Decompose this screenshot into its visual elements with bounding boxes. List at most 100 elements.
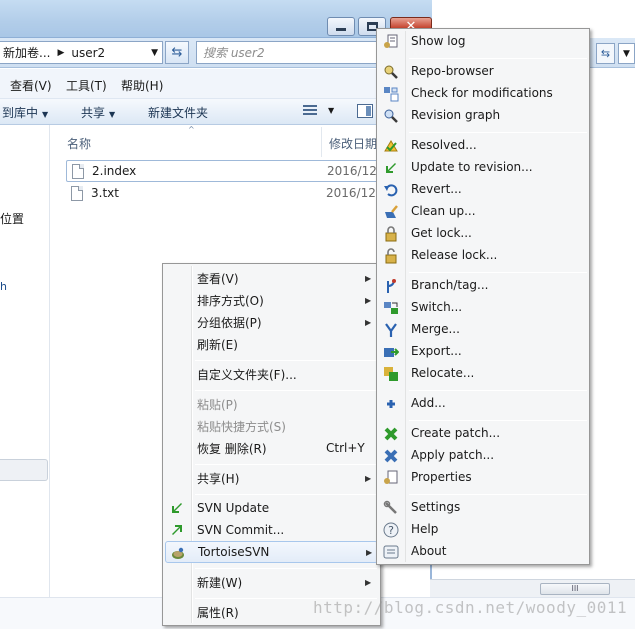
- menu-tools[interactable]: 工具(T): [66, 77, 107, 94]
- column-name[interactable]: 名称: [67, 135, 91, 152]
- menu-separator: [409, 420, 587, 421]
- menu-item-resolved[interactable]: Resolved...: [379, 135, 587, 157]
- menu-item-group[interactable]: 分组依据(P) ▶: [165, 311, 378, 333]
- menu-item-svn-update[interactable]: SVN Update: [165, 497, 378, 519]
- menu-item-label: Add...: [411, 396, 446, 410]
- scrollbar-thumb[interactable]: III: [540, 583, 610, 595]
- help-icon: ?: [383, 522, 399, 538]
- menu-item-settings[interactable]: Settings: [379, 497, 587, 519]
- properties-icon: [384, 470, 398, 484]
- preview-pane-icon[interactable]: [357, 104, 373, 118]
- menu-item-label: Relocate...: [411, 366, 475, 380]
- file-icon: [71, 185, 83, 201]
- view-options-icon[interactable]: [303, 105, 317, 117]
- menu-help[interactable]: 帮助(H): [121, 77, 163, 94]
- include-in-library-button[interactable]: 到库中 ▼: [2, 104, 48, 121]
- column-divider[interactable]: [321, 127, 322, 157]
- refresh-icon[interactable]: ⇆: [596, 43, 615, 64]
- address-bar[interactable]: 新加卷... ▶ user2 ▼: [0, 41, 163, 64]
- menu-item-label: Export...: [411, 344, 462, 358]
- refresh-button[interactable]: ⇆: [165, 41, 189, 64]
- menu-item-export[interactable]: Export...: [379, 341, 587, 363]
- tortoisesvn-submenu: Show log Repo-browser Check for modifica…: [376, 28, 590, 565]
- menu-item-create-patch[interactable]: Create patch...: [379, 423, 587, 445]
- menu-item-view[interactable]: 查看(V) ▶: [165, 267, 378, 289]
- menu-item-show-log[interactable]: Show log: [379, 31, 587, 53]
- breadcrumb-separator-icon[interactable]: ▶: [57, 48, 64, 58]
- nav-item-h[interactable]: h: [0, 280, 7, 293]
- menu-item-apply-patch[interactable]: Apply patch...: [379, 445, 587, 467]
- menu-item-label: Check for modifications: [411, 86, 553, 100]
- new-folder-button[interactable]: 新建文件夹: [148, 104, 208, 121]
- add-icon: [387, 400, 395, 408]
- chevron-down-icon[interactable]: ▼: [618, 43, 635, 64]
- menu-separator: [195, 568, 377, 569]
- breadcrumb-folder[interactable]: user2: [71, 46, 105, 60]
- submenu-arrow-icon: ▶: [365, 295, 372, 305]
- menu-item-switch[interactable]: Switch...: [379, 297, 587, 319]
- submenu-arrow-icon: ▶: [366, 547, 373, 557]
- file-row[interactable]: 2.index 2016/12: [66, 160, 386, 182]
- menu-item-get-lock[interactable]: Get lock...: [379, 223, 587, 245]
- submenu-arrow-icon: ▶: [365, 273, 372, 283]
- menu-item-merge[interactable]: Merge...: [379, 319, 587, 341]
- menu-item-share[interactable]: 共享(H) ▶: [165, 467, 378, 489]
- menu-item-about[interactable]: About: [379, 541, 587, 563]
- menu-item-properties[interactable]: Properties: [379, 467, 587, 489]
- menu-item-release-lock[interactable]: Release lock...: [379, 245, 587, 267]
- chevron-down-icon[interactable]: ▼: [328, 106, 334, 115]
- menu-item-clean-up[interactable]: Clean up...: [379, 201, 587, 223]
- menu-item-relocate[interactable]: Relocate...: [379, 363, 587, 385]
- menu-separator: [409, 272, 587, 273]
- menu-item-update-to-revision[interactable]: Update to revision...: [379, 157, 587, 179]
- menu-item-add[interactable]: Add...: [379, 393, 587, 415]
- address-dropdown-icon[interactable]: ▼: [151, 48, 158, 58]
- navigation-pane: 位置 h: [0, 125, 50, 629]
- nav-scrollbar[interactable]: [0, 459, 48, 481]
- title-bar: ✕: [0, 0, 432, 38]
- column-date[interactable]: 修改日期: [329, 135, 377, 152]
- minimize-button[interactable]: [327, 17, 355, 36]
- menu-item-tortoisesvn[interactable]: TortoiseSVN ▶: [165, 541, 378, 563]
- menu-separator: [195, 494, 377, 495]
- menu-item-repo-browser[interactable]: Repo-browser: [379, 61, 587, 83]
- menu-item-help[interactable]: ? Help: [379, 519, 587, 541]
- menu-item-undo-delete[interactable]: 恢复 删除(R) Ctrl+Y: [165, 437, 378, 459]
- tortoisesvn-icon: [172, 547, 184, 559]
- menu-item-revision-graph[interactable]: Revision graph: [379, 105, 587, 127]
- nav-item-location[interactable]: 位置: [0, 210, 24, 227]
- menu-item-label: Update to revision...: [411, 160, 533, 174]
- repo-browser-icon: [384, 65, 398, 79]
- menu-item-revert[interactable]: Revert...: [379, 179, 587, 201]
- menu-item-customize[interactable]: 自定义文件夹(F)...: [165, 363, 378, 385]
- breadcrumb-drive[interactable]: 新加卷...: [3, 44, 50, 61]
- menu-item-label: Branch/tag...: [411, 278, 489, 292]
- menu-item-svn-commit[interactable]: SVN Commit...: [165, 519, 378, 541]
- menu-item-sort[interactable]: 排序方式(O) ▶: [165, 289, 378, 311]
- menu-item-new[interactable]: 新建(W) ▶: [165, 571, 378, 593]
- search-input[interactable]: 搜索 user2: [196, 41, 396, 64]
- menu-item-label: About: [411, 544, 447, 558]
- menu-separator: [409, 390, 587, 391]
- menu-item-label: 新建(W): [197, 575, 243, 590]
- update-to-revision-icon: [386, 163, 396, 173]
- include-label: 到库中: [2, 106, 39, 120]
- svg-text:?: ?: [388, 524, 394, 537]
- menu-item-branch-tag[interactable]: Branch/tag...: [379, 275, 587, 297]
- unlock-icon: [385, 248, 397, 264]
- menu-item-refresh[interactable]: 刷新(E): [165, 333, 378, 355]
- menu-view[interactable]: 查看(V): [10, 77, 52, 94]
- menu-item-label: SVN Update: [197, 501, 270, 515]
- menu-item-check-modifications[interactable]: Check for modifications: [379, 83, 587, 105]
- clean-up-icon: [385, 205, 398, 218]
- export-icon: [384, 348, 399, 357]
- resolved-icon: [384, 140, 398, 152]
- horizontal-scrollbar[interactable]: III: [430, 579, 635, 597]
- file-row[interactable]: 3.txt 2016/12: [66, 182, 386, 204]
- context-menu: 查看(V) ▶ 排序方式(O) ▶ 分组依据(P) ▶ 刷新(E) 自定义文件夹(F)…: [162, 263, 381, 626]
- file-name: 2.index: [92, 164, 137, 178]
- menu-item-label: 粘贴(P): [197, 397, 238, 412]
- menu-item-paste-shortcut: 粘贴快捷方式(S): [165, 415, 378, 437]
- share-button[interactable]: 共享 ▼: [81, 104, 115, 121]
- menu-separator: [409, 132, 587, 133]
